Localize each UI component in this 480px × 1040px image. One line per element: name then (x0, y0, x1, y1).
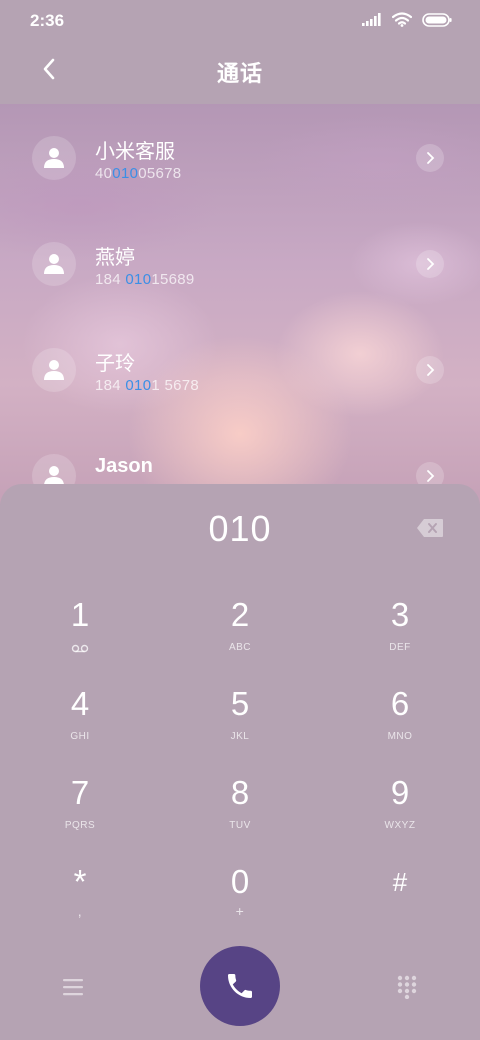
key-6[interactable]: 6 MNO (330, 685, 470, 765)
key-letters: , (77, 903, 83, 919)
voicemail-icon (71, 644, 89, 653)
status-icons (362, 12, 452, 27)
chevron-right-icon (427, 470, 435, 482)
key-digit: 5 (230, 685, 250, 722)
key-digit: 2 (230, 596, 250, 633)
chevron-right-icon (427, 152, 435, 164)
avatar (32, 242, 76, 286)
menu-icon (63, 979, 83, 996)
key-5[interactable]: 5 JKL (170, 685, 310, 765)
person-icon (44, 254, 64, 274)
header: 通话 (0, 40, 480, 104)
key-digit: # (392, 867, 408, 897)
key-letters: ABC (228, 642, 252, 653)
dialed-number[interactable]: 010 (0, 508, 480, 550)
key-hash[interactable]: # (330, 863, 470, 943)
contact-list: 小米客服 4001005678 燕婷 184 01015689 子玲 184 0… (0, 104, 480, 486)
person-icon (44, 466, 64, 486)
call-button[interactable] (200, 946, 280, 1026)
contact-name: 小米客服 (95, 141, 175, 163)
page-title: 通话 (216, 61, 263, 86)
status-bar: 2:36 (0, 0, 480, 40)
number-match: 010 (125, 271, 152, 288)
key-digit: 1 (70, 596, 90, 633)
contact-item[interactable]: Jason (0, 422, 480, 486)
key-2[interactable]: 2 ABC (170, 596, 310, 676)
key-letters: PQRS (64, 820, 96, 831)
key-letters: DEF (389, 642, 411, 653)
key-letters: MNO (387, 731, 413, 742)
number-prefix: 40 (95, 165, 113, 182)
key-digit: 4 (70, 685, 90, 722)
number-suffix: 15689 (151, 271, 195, 288)
key-digit: 6 (390, 685, 410, 722)
number-prefix: 184 (95, 377, 126, 394)
key-digit: 8 (230, 774, 250, 811)
contact-name: 燕婷 (95, 247, 135, 269)
key-letters: JKL (230, 731, 250, 742)
key-digit: * (73, 863, 87, 900)
number-suffix: 05678 (138, 165, 182, 182)
phone-icon (228, 974, 252, 998)
number-suffix: 1 5678 (151, 377, 200, 394)
key-digit: 3 (390, 596, 410, 633)
contact-detail-button[interactable] (416, 250, 444, 278)
keypad-icon (397, 975, 417, 999)
chevron-right-icon (427, 364, 435, 376)
contact-number: 184 0101 5678 (95, 377, 199, 394)
contact-name: Jason (95, 455, 153, 477)
key-digit: 0 (230, 863, 250, 900)
key-star[interactable]: * , (10, 863, 150, 943)
contact-detail-button[interactable] (416, 356, 444, 384)
contact-item[interactable]: 小米客服 4001005678 (0, 104, 480, 210)
dialer-panel: 010 1 2 ABC 3 DEF 4 GHI 5 JKL 6 MNO 7 PQ… (0, 484, 480, 1040)
key-letters: WXYZ (384, 820, 416, 831)
contact-number: 184 01015689 (95, 271, 195, 288)
avatar (32, 348, 76, 392)
number-match: 010 (125, 377, 152, 394)
key-letters: + (235, 903, 245, 919)
key-8[interactable]: 8 TUV (170, 774, 310, 854)
person-icon (44, 360, 64, 380)
number-prefix: 184 (95, 271, 126, 288)
key-1[interactable]: 1 (10, 596, 150, 676)
avatar (32, 136, 76, 180)
contact-detail-button[interactable] (416, 462, 444, 486)
key-4[interactable]: 4 GHI (10, 685, 150, 765)
keypad-button[interactable] (392, 972, 422, 1002)
key-digit: 9 (390, 774, 410, 811)
avatar (32, 454, 76, 486)
contact-item[interactable]: 子玲 184 0101 5678 (0, 316, 480, 422)
number-match: 010 (112, 165, 139, 182)
key-digit: 7 (70, 774, 90, 811)
backspace-icon (417, 519, 443, 537)
key-7[interactable]: 7 PQRS (10, 774, 150, 854)
person-icon (44, 148, 64, 168)
key-letters: GHI (70, 731, 90, 742)
chevron-right-icon (427, 258, 435, 270)
menu-button[interactable] (58, 972, 88, 1002)
status-time: 2:36 (30, 11, 65, 30)
contact-number: 4001005678 (95, 165, 181, 182)
contact-detail-button[interactable] (416, 144, 444, 172)
wifi-icon (392, 12, 412, 27)
battery-icon (422, 12, 452, 27)
contact-name: 子玲 (95, 353, 135, 375)
dialer-bottom-bar (0, 946, 480, 1040)
backspace-button[interactable] (416, 518, 444, 538)
contact-item[interactable]: 燕婷 184 01015689 (0, 210, 480, 316)
key-3[interactable]: 3 DEF (330, 596, 470, 676)
key-9[interactable]: 9 WXYZ (330, 774, 470, 854)
signal-icon (362, 13, 381, 26)
key-letters: TUV (229, 820, 251, 831)
key-0[interactable]: 0 + (170, 863, 310, 943)
